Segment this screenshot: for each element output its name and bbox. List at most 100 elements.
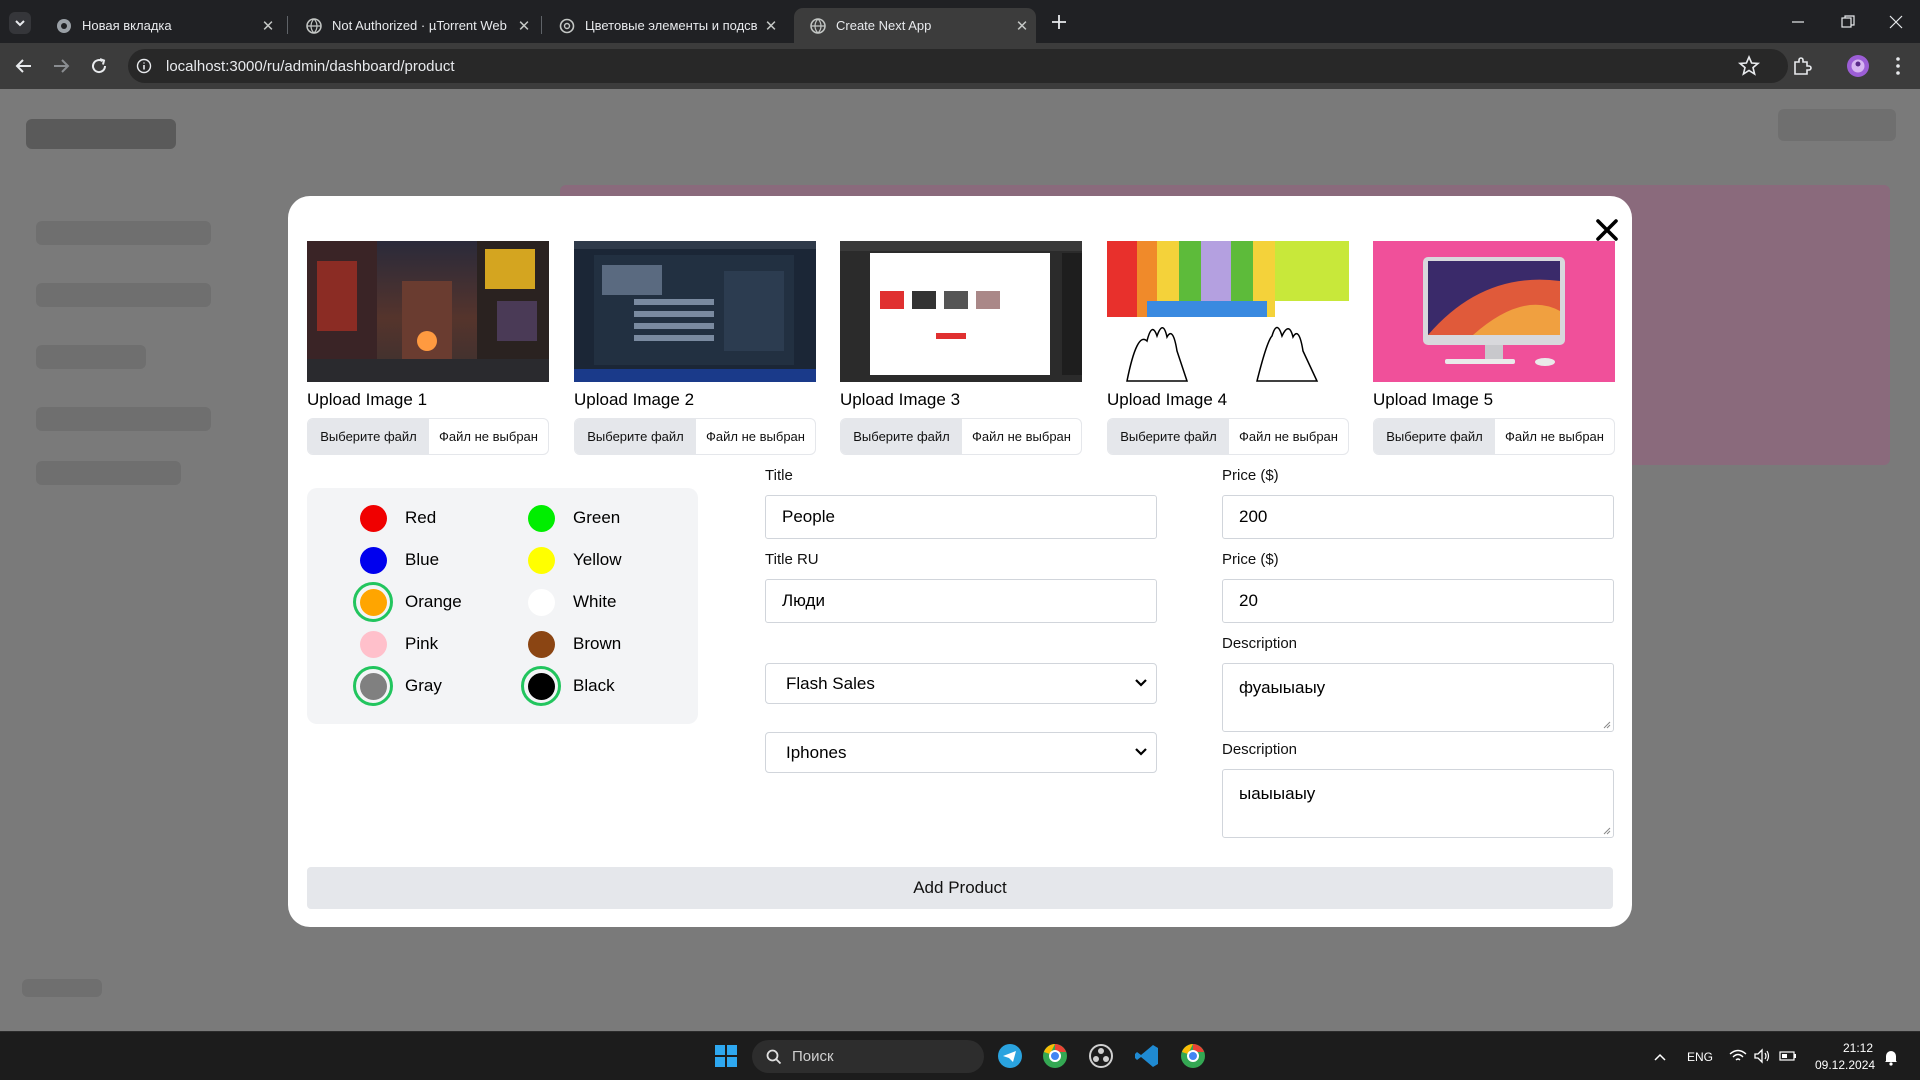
upload-image-2: Upload Image 2 Выберите файл Файл не выб…: [574, 241, 816, 455]
site-info-icon[interactable]: [136, 58, 152, 74]
color-option-green[interactable]: Green: [521, 498, 620, 538]
reload-icon[interactable]: [87, 54, 111, 78]
bg-sidebar-item: [36, 407, 211, 431]
tab-separator: [287, 16, 288, 34]
telegram-icon[interactable]: [996, 1042, 1024, 1070]
close-icon[interactable]: ✕: [1008, 17, 1036, 35]
minimize-icon[interactable]: [1790, 14, 1806, 30]
color-option-orange[interactable]: Orange: [353, 582, 462, 622]
choose-file-button[interactable]: Выберите файл: [308, 419, 429, 454]
close-icon[interactable]: ✕: [757, 17, 785, 35]
restore-icon[interactable]: [1840, 14, 1856, 30]
bg-sidebar-item: [36, 221, 211, 245]
url-text: localhost:3000/ru/admin/dashboard/produc…: [166, 57, 455, 75]
tab-utorrent[interactable]: Not Authorized · µTorrent Web ✕: [290, 8, 538, 43]
file-input[interactable]: Выберите файл Файл не выбран: [574, 418, 816, 455]
clock-time[interactable]: 21:12: [1843, 1041, 1873, 1055]
file-status: Файл не выбран: [972, 429, 1071, 444]
dark-screenshot-image: [574, 241, 816, 382]
notifications-bell-icon[interactable]: [1883, 1048, 1899, 1066]
file-status: Файл не выбран: [706, 429, 805, 444]
back-icon[interactable]: [12, 54, 36, 78]
color-option-gray[interactable]: Gray: [353, 666, 442, 706]
image-thumbnail: [840, 241, 1082, 382]
close-icon[interactable]: [1593, 216, 1621, 244]
chrome-profile-icon[interactable]: [1041, 1042, 1069, 1070]
city-street-image: [307, 241, 549, 382]
search-placeholder: Поиск: [792, 1048, 834, 1065]
file-status: Файл не выбран: [1239, 429, 1338, 444]
plus-icon[interactable]: [1050, 13, 1068, 31]
choose-file-button[interactable]: Выберите файл: [1108, 419, 1229, 454]
close-icon[interactable]: ✕: [510, 17, 538, 35]
taskbar-search-box[interactable]: Поиск: [752, 1040, 984, 1073]
chevron-up-icon[interactable]: [1653, 1050, 1667, 1064]
obs-icon[interactable]: [1087, 1042, 1115, 1070]
color-option-white[interactable]: White: [521, 582, 616, 622]
description-2-textarea[interactable]: ыаыыаыу: [1222, 769, 1614, 838]
bg-header-button: [1778, 109, 1896, 141]
tab-chatgpt[interactable]: Цветовые элементы и подсвет ✕: [543, 8, 785, 43]
color-picker: Red Green Blue Yellow Orange White Pink: [307, 488, 698, 724]
clock-date[interactable]: 09.12.2024: [1815, 1058, 1875, 1072]
tab-create-next-app[interactable]: Create Next App ✕: [794, 8, 1036, 43]
color-name: Green: [573, 508, 621, 527]
color-swatch: [527, 630, 555, 658]
color-option-pink[interactable]: Pink: [353, 624, 438, 664]
image-thumbnail: [1107, 241, 1349, 382]
choose-file-button[interactable]: Выберите файл: [1374, 419, 1495, 454]
subcategory-select[interactable]: Iphones: [765, 732, 1157, 773]
language-indicator[interactable]: ENG: [1687, 1050, 1713, 1064]
category-selected-value: Flash Sales: [786, 673, 875, 693]
address-bar[interactable]: localhost:3000/ru/admin/dashboard/produc…: [128, 49, 1788, 83]
description-2-label: Description: [1222, 741, 1298, 758]
window-close-icon[interactable]: [1888, 14, 1904, 30]
close-icon[interactable]: ✕: [254, 17, 282, 35]
file-input[interactable]: Выберите файл Файл не выбран: [307, 418, 549, 455]
color-option-yellow[interactable]: Yellow: [521, 540, 622, 580]
volume-icon[interactable]: [1753, 1048, 1771, 1064]
color-name: Orange: [405, 592, 462, 611]
upload-image-label: Upload Image 1: [307, 390, 428, 409]
vscode-icon[interactable]: [1133, 1042, 1161, 1070]
file-input[interactable]: Выберите файл Файл не выбран: [1107, 418, 1349, 455]
windows-start-icon[interactable]: [712, 1042, 740, 1070]
file-input[interactable]: Выберите файл Файл не выбран: [840, 418, 1082, 455]
choose-file-button[interactable]: Выберите файл: [841, 419, 962, 454]
wifi-icon[interactable]: [1729, 1048, 1747, 1064]
imac-image: [1423, 257, 1565, 366]
title-ru-input[interactable]: Люди: [765, 579, 1157, 623]
price-2-input[interactable]: 20: [1222, 579, 1614, 623]
upload-image-label: Upload Image 2: [574, 390, 695, 409]
tab-search-icon[interactable]: [9, 12, 31, 34]
file-input[interactable]: Выберите файл Файл не выбран: [1373, 418, 1615, 455]
image-thumbnail: [307, 241, 549, 382]
tab-separator: [541, 16, 542, 34]
price-input[interactable]: 200: [1222, 495, 1614, 539]
description-textarea[interactable]: фуаыыаыу: [1222, 663, 1614, 732]
tab-new-tab[interactable]: Новая вкладка ✕: [40, 8, 282, 43]
color-swatch: [359, 630, 387, 658]
chrome-icon[interactable]: [1179, 1042, 1207, 1070]
color-option-black[interactable]: Black: [521, 666, 615, 706]
title-input[interactable]: People: [765, 495, 1157, 539]
add-product-button[interactable]: Add Product: [307, 867, 1613, 909]
color-swatch: [359, 546, 387, 574]
color-ring: [353, 624, 393, 664]
extensions-icon[interactable]: [1790, 54, 1814, 78]
resize-grip-icon[interactable]: [1602, 720, 1611, 729]
profile-avatar-icon[interactable]: [1846, 54, 1870, 78]
battery-icon[interactable]: [1779, 1050, 1797, 1062]
menu-dots-icon[interactable]: [1886, 54, 1910, 78]
color-option-blue[interactable]: Blue: [353, 540, 439, 580]
resize-grip-icon[interactable]: [1602, 826, 1611, 835]
star-icon[interactable]: [1737, 54, 1761, 78]
color-option-brown[interactable]: Brown: [521, 624, 621, 664]
color-option-red[interactable]: Red: [353, 498, 436, 538]
forward-icon[interactable]: [49, 54, 73, 78]
add-product-modal: Upload Image 1 Выберите файл Файл не выб…: [288, 196, 1632, 927]
openai-icon: [559, 18, 575, 33]
choose-file-button[interactable]: Выберите файл: [575, 419, 696, 454]
color-ring: [521, 540, 561, 580]
category-select[interactable]: Flash Sales: [765, 663, 1157, 704]
